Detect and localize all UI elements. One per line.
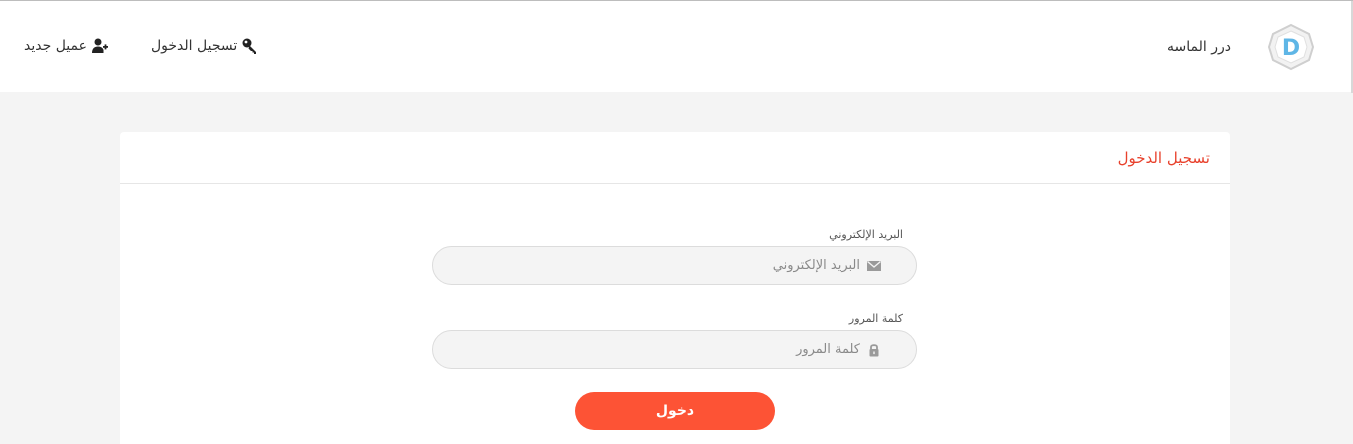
header-nav: تسجيل الدخول عميل جديد: [24, 37, 259, 55]
login-submit-button[interactable]: دخول: [575, 392, 775, 430]
login-link[interactable]: تسجيل الدخول: [151, 37, 259, 55]
password-field-wrapper: [432, 330, 917, 369]
email-field-wrapper: [432, 246, 917, 285]
password-label: كلمة المرور: [848, 312, 903, 325]
password-input[interactable]: [460, 331, 870, 368]
register-link[interactable]: عميل جديد: [24, 37, 109, 55]
key-icon: [242, 38, 257, 54]
add-user-icon: [91, 38, 108, 53]
top-navbar: D درر الماسه تسجيل الدخول عميل جديد: [0, 0, 1353, 93]
brand-name: درر الماسه: [1167, 39, 1231, 55]
login-card-title: تسجيل الدخول: [1117, 148, 1210, 167]
brand[interactable]: D درر الماسه: [1167, 23, 1315, 71]
brand-logo-letter: D: [1282, 36, 1300, 61]
brand-logo-icon: D: [1267, 23, 1315, 71]
login-form: البريد الإلكتروني كلمة المرور دخول: [432, 224, 917, 430]
email-label: البريد الإلكتروني: [829, 228, 903, 241]
login-link-label: تسجيل الدخول: [150, 38, 238, 54]
login-card-header: تسجيل الدخول: [120, 132, 1230, 184]
login-card: تسجيل الدخول البريد الإلكتروني كلمة المر…: [120, 132, 1230, 444]
register-link-label: عميل جديد: [24, 38, 87, 54]
email-input[interactable]: [460, 247, 870, 284]
page: D درر الماسه تسجيل الدخول عميل جديد تسجي…: [0, 0, 1353, 444]
